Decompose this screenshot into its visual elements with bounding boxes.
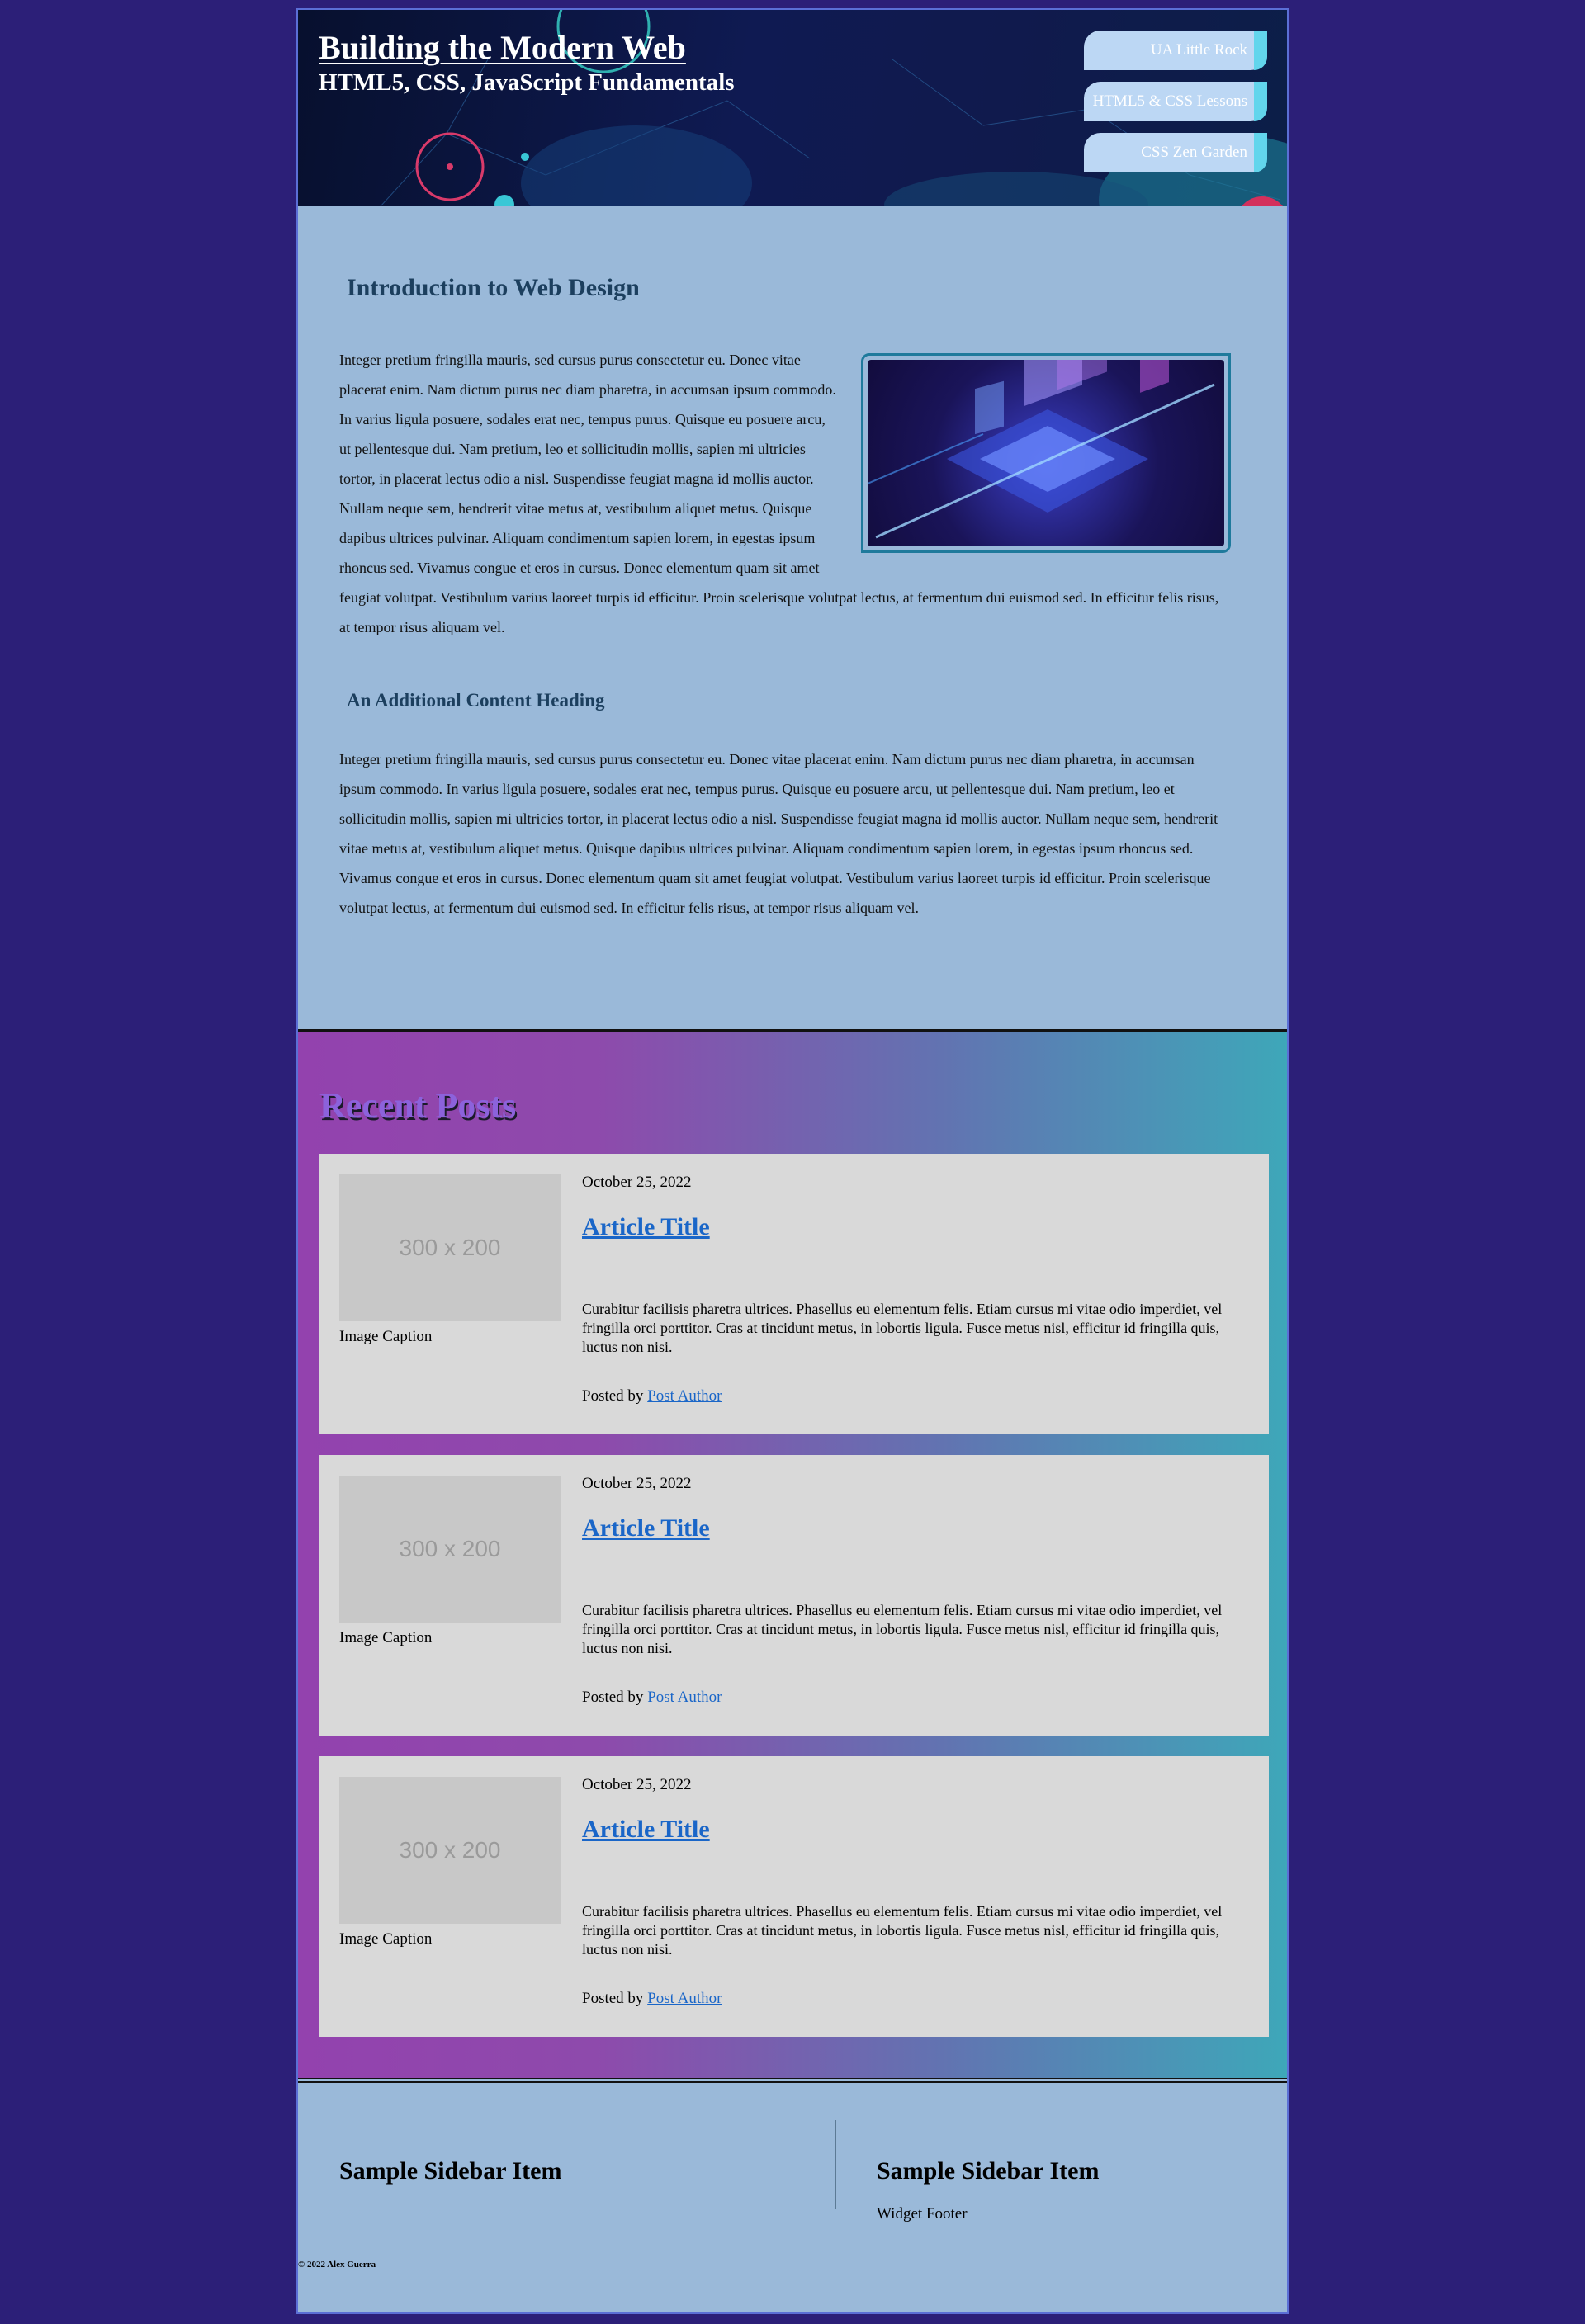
image-caption: Image Caption xyxy=(339,1328,433,1345)
main-nav: UA Little Rock HTML5 & CSS Lessons CSS Z… xyxy=(1084,31,1267,184)
post-byline: Posted by Post Author xyxy=(582,1387,722,1405)
post-date: October 25, 2022 xyxy=(582,1475,692,1492)
posted-by-label: Posted by xyxy=(582,1990,644,2007)
article-title-link[interactable]: Article Title xyxy=(582,1213,710,1241)
widget-title: Sample Sidebar Item xyxy=(339,2157,562,2185)
intro-heading: Introduction to Web Design xyxy=(347,274,640,301)
post-date: October 25, 2022 xyxy=(582,1174,692,1191)
additional-heading: An Additional Content Heading xyxy=(347,690,605,711)
recent-posts-section: Recent Posts 300 x 200 Image Caption Oct… xyxy=(298,1032,1287,2078)
post-author-link[interactable]: Post Author xyxy=(647,1990,722,2007)
image-caption: Image Caption xyxy=(339,1629,433,1646)
post-byline: Posted by Post Author xyxy=(582,1990,722,2008)
post-author-link[interactable]: Post Author xyxy=(647,1387,722,1405)
site-header: Building the Modern Web HTML5, CSS, Java… xyxy=(298,10,1287,206)
sidebar-footer: Sample Sidebar Item Sample Sidebar Item … xyxy=(298,2083,1287,2314)
post-byline: Posted by Post Author xyxy=(582,1689,722,1707)
image-caption: Image Caption xyxy=(339,1930,433,1948)
post-author-link[interactable]: Post Author xyxy=(647,1689,722,1706)
widget-divider xyxy=(835,2120,836,2209)
post-excerpt: Curabitur facilisis pharetra ultrices. P… xyxy=(582,1903,1223,1958)
posted-by-label: Posted by xyxy=(582,1387,644,1405)
nav-link-css-zen-garden[interactable]: CSS Zen Garden xyxy=(1084,133,1267,172)
copyright-text: © 2022 Alex Guerra xyxy=(298,2260,376,2270)
post-card: 300 x 200 Image Caption October 25, 2022… xyxy=(319,1455,1269,1736)
intro-image xyxy=(861,353,1231,553)
post-thumbnail[interactable]: 300 x 200 xyxy=(339,1476,561,1623)
recent-posts-heading: Recent Posts xyxy=(319,1085,517,1126)
article-title-link[interactable]: Article Title xyxy=(582,1816,710,1844)
additional-paragraph: Integer pretium fringilla mauris, sed cu… xyxy=(339,751,1218,916)
site-title[interactable]: Building the Modern Web xyxy=(319,28,686,67)
post-date: October 25, 2022 xyxy=(582,1776,692,1793)
post-thumbnail[interactable]: 300 x 200 xyxy=(339,1777,561,1924)
post-excerpt: Curabitur facilisis pharetra ultrices. P… xyxy=(582,1602,1223,1656)
site-subtitle: HTML5, CSS, JavaScript Fundamentals xyxy=(319,69,735,96)
article-title-link[interactable]: Article Title xyxy=(582,1514,710,1542)
widget-footer: Widget Footer xyxy=(877,2205,968,2222)
post-excerpt: Curabitur facilisis pharetra ultrices. P… xyxy=(582,1301,1223,1355)
nav-link-html5-css-lessons[interactable]: HTML5 & CSS Lessons xyxy=(1084,82,1267,121)
intro-paragraph: Integer pretium fringilla mauris, sed cu… xyxy=(339,345,1231,642)
page-container: Building the Modern Web HTML5, CSS, Java… xyxy=(296,8,1289,2314)
intro-section: Introduction to Web Design Integer preti… xyxy=(298,206,1287,1027)
posted-by-label: Posted by xyxy=(582,1689,644,1706)
post-card: 300 x 200 Image Caption October 25, 2022… xyxy=(319,1154,1269,1434)
widget-title: Sample Sidebar Item xyxy=(877,2157,1100,2185)
post-card: 300 x 200 Image Caption October 25, 2022… xyxy=(319,1756,1269,2037)
post-thumbnail[interactable]: 300 x 200 xyxy=(339,1174,561,1321)
nav-link-ua-little-rock[interactable]: UA Little Rock xyxy=(1084,31,1267,70)
